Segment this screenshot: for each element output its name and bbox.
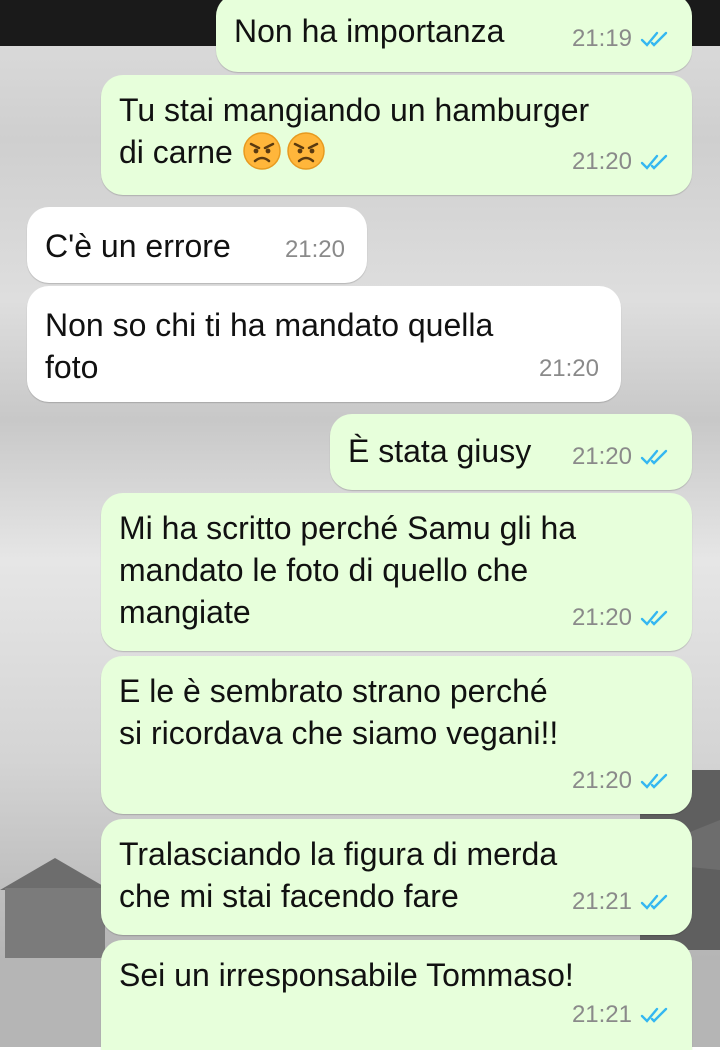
message-bubble-outgoing[interactable]: E le è sembrato strano perché si ricorda… xyxy=(101,656,692,814)
message-time: 21:20 xyxy=(571,148,632,175)
message-time: 21:19 xyxy=(571,25,632,52)
message-time: 21:20 xyxy=(571,767,632,794)
message-time: 21:20 xyxy=(571,604,632,631)
message-meta: 21:20 xyxy=(285,229,345,271)
message-meta: 21:21 xyxy=(572,881,670,923)
message-meta: 21:19 xyxy=(572,18,670,60)
read-double-check-icon xyxy=(640,1007,668,1023)
message-meta: 21:20 xyxy=(572,597,670,639)
message-time: 21:21 xyxy=(571,888,632,915)
read-double-check-icon xyxy=(640,773,668,789)
message-time: 21:20 xyxy=(538,355,599,382)
read-double-check-icon xyxy=(640,610,668,626)
message-time: 21:20 xyxy=(571,443,632,470)
message-text: Sei un irresponsabile Tommaso! xyxy=(119,957,574,993)
angry-face-icon xyxy=(242,132,281,170)
angry-face-icon xyxy=(286,132,325,170)
message-text: Non so chi ti ha mandato quella foto xyxy=(45,307,494,385)
message-bubble-incoming[interactable]: C'è un errore 21:20 xyxy=(27,207,367,283)
message-bubble-outgoing[interactable]: È stata giusy 21:20 xyxy=(330,414,692,490)
message-bubble-outgoing[interactable]: Tu stai mangiando un hamburger di carne … xyxy=(101,75,692,195)
read-double-check-icon xyxy=(640,154,668,170)
message-meta: 21:20 xyxy=(572,760,670,802)
read-double-check-icon xyxy=(640,894,668,910)
message-bubble-outgoing[interactable]: Tralasciando la figura di merda che mi s… xyxy=(101,819,692,935)
message-meta: 21:20 xyxy=(572,141,670,183)
message-bubble-outgoing[interactable]: Sei un irresponsabile Tommaso! 21:21 xyxy=(101,940,692,1050)
message-bubble-outgoing[interactable]: Mi ha scritto perché Samu gli ha mandato… xyxy=(101,493,692,651)
message-bubble-incoming[interactable]: Non so chi ti ha mandato quella foto 21:… xyxy=(27,286,621,402)
message-time: 21:21 xyxy=(571,1001,632,1028)
message-meta: 21:20 xyxy=(572,436,670,478)
message-time: 21:20 xyxy=(284,236,345,263)
read-double-check-icon xyxy=(640,31,668,47)
message-bubble-outgoing[interactable]: Non ha importanza 21:19 xyxy=(216,0,692,72)
message-meta: 21:20 xyxy=(539,348,599,390)
message-text: E le è sembrato strano perché si ricorda… xyxy=(119,673,559,751)
read-double-check-icon xyxy=(640,449,668,465)
message-meta: 21:21 xyxy=(572,994,670,1036)
